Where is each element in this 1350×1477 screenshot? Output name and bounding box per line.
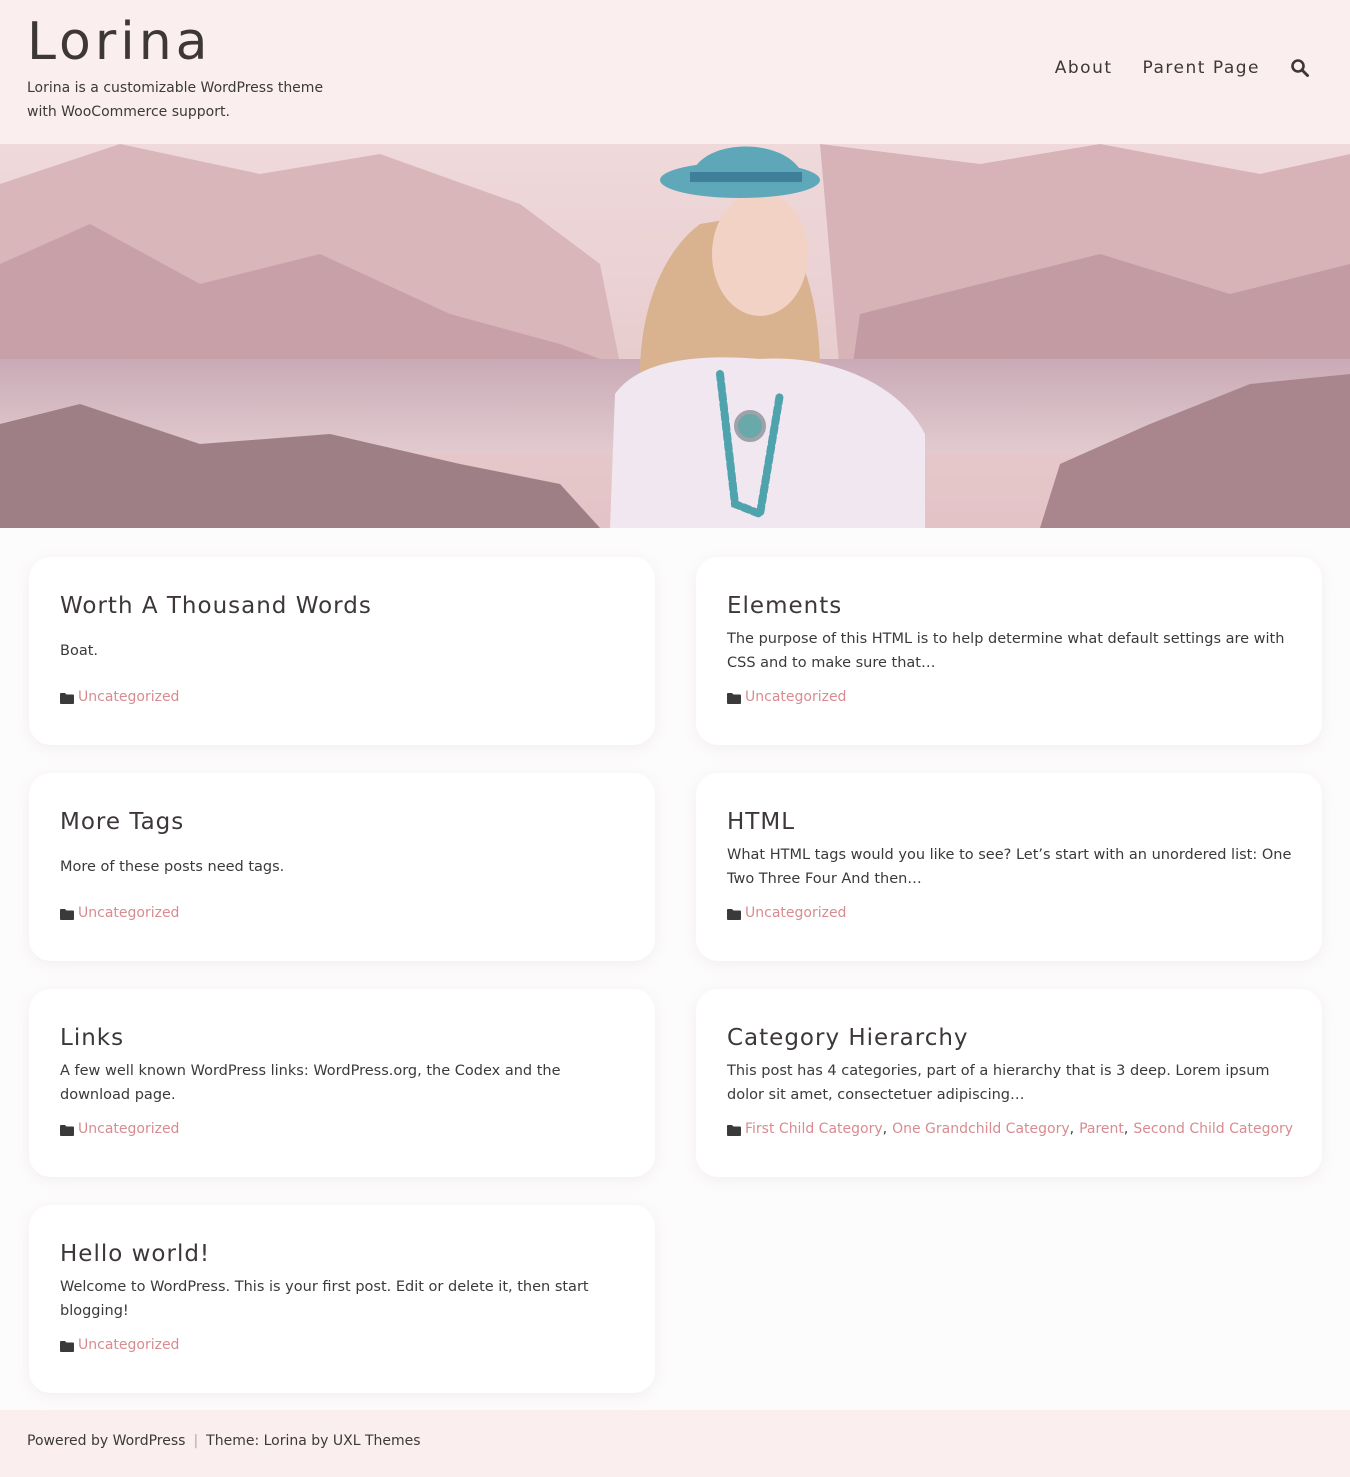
footer-separator: | xyxy=(193,1433,199,1449)
post-excerpt: A few well known WordPress links: WordPr… xyxy=(60,1063,561,1103)
category-link[interactable]: Uncategorized xyxy=(745,905,846,921)
post-title[interactable]: Hello world! xyxy=(60,1241,210,1267)
post-card: Category Hierarchy This post has 4 categ… xyxy=(696,989,1322,1177)
post-categories: Uncategorized xyxy=(60,905,179,921)
category-separator: , xyxy=(1069,1121,1075,1137)
post-excerpt: More of these posts need tags. xyxy=(60,859,285,875)
footer-credits: Powered by WordPress | Theme: Lorina by … xyxy=(27,1433,421,1449)
category-link[interactable]: First Child Category xyxy=(745,1121,883,1137)
site-header: Lorina Lorina is a customizable WordPres… xyxy=(0,0,1350,144)
folder-icon xyxy=(60,1340,74,1352)
site-title[interactable]: Lorina xyxy=(27,12,212,72)
post-card: Worth A Thousand Words Boat. Uncategoriz… xyxy=(29,557,655,745)
post-excerpt: What HTML tags would you like to see? Le… xyxy=(727,847,1292,887)
category-link[interactable]: Uncategorized xyxy=(78,905,179,921)
post-card: HTML What HTML tags would you like to se… xyxy=(696,773,1322,961)
post-title[interactable]: Elements xyxy=(727,593,842,619)
header-image xyxy=(0,144,1350,528)
post-title[interactable]: Worth A Thousand Words xyxy=(60,593,372,619)
post-categories: Uncategorized xyxy=(60,1337,179,1353)
post-excerpt: Boat. xyxy=(60,643,98,659)
post-title[interactable]: HTML xyxy=(727,809,795,835)
category-link[interactable]: Uncategorized xyxy=(745,689,846,705)
main-navigation: About Parent Page xyxy=(1055,58,1310,78)
folder-icon xyxy=(727,1124,741,1136)
folder-icon xyxy=(60,1124,74,1136)
folder-icon xyxy=(727,908,741,920)
folder-icon xyxy=(60,692,74,704)
post-card: Elements The purpose of this HTML is to … xyxy=(696,557,1322,745)
post-categories: First Child Category, One Grandchild Cat… xyxy=(727,1121,1293,1137)
category-link[interactable]: Uncategorized xyxy=(78,1121,179,1137)
folder-icon xyxy=(60,908,74,920)
post-categories: Uncategorized xyxy=(60,1121,179,1137)
post-categories: Uncategorized xyxy=(727,689,846,705)
post-title[interactable]: Category Hierarchy xyxy=(727,1025,969,1051)
nav-item-parent-page[interactable]: Parent Page xyxy=(1143,58,1260,78)
category-link[interactable]: Second Child Category xyxy=(1133,1121,1293,1137)
post-title[interactable]: More Tags xyxy=(60,809,184,835)
powered-by-link[interactable]: Powered by WordPress xyxy=(27,1433,185,1449)
category-separator: , xyxy=(1123,1121,1129,1137)
post-excerpt: Welcome to WordPress. This is your first… xyxy=(60,1279,589,1319)
category-separator: , xyxy=(882,1121,888,1137)
post-card: Hello world! Welcome to WordPress. This … xyxy=(29,1205,655,1393)
nav-item-about[interactable]: About xyxy=(1055,58,1113,78)
post-excerpt: This post has 4 categories, part of a hi… xyxy=(727,1063,1270,1103)
site-footer: Powered by WordPress | Theme: Lorina by … xyxy=(0,1410,1350,1477)
folder-icon xyxy=(727,692,741,704)
category-link[interactable]: Uncategorized xyxy=(78,1337,179,1353)
post-excerpt: The purpose of this HTML is to help dete… xyxy=(727,631,1285,671)
post-card: More Tags More of these posts need tags.… xyxy=(29,773,655,961)
post-card: Links A few well known WordPress links: … xyxy=(29,989,655,1177)
search-icon[interactable] xyxy=(1290,58,1310,78)
site-description: Lorina is a customizable WordPress theme… xyxy=(27,80,324,120)
post-title[interactable]: Links xyxy=(60,1025,124,1051)
post-categories: Uncategorized xyxy=(60,689,179,705)
category-link[interactable]: Uncategorized xyxy=(78,689,179,705)
theme-credit-link[interactable]: Theme: Lorina by UXL Themes xyxy=(206,1433,420,1449)
category-link[interactable]: Parent xyxy=(1079,1121,1124,1137)
category-link[interactable]: One Grandchild Category xyxy=(892,1121,1070,1137)
post-categories: Uncategorized xyxy=(727,905,846,921)
